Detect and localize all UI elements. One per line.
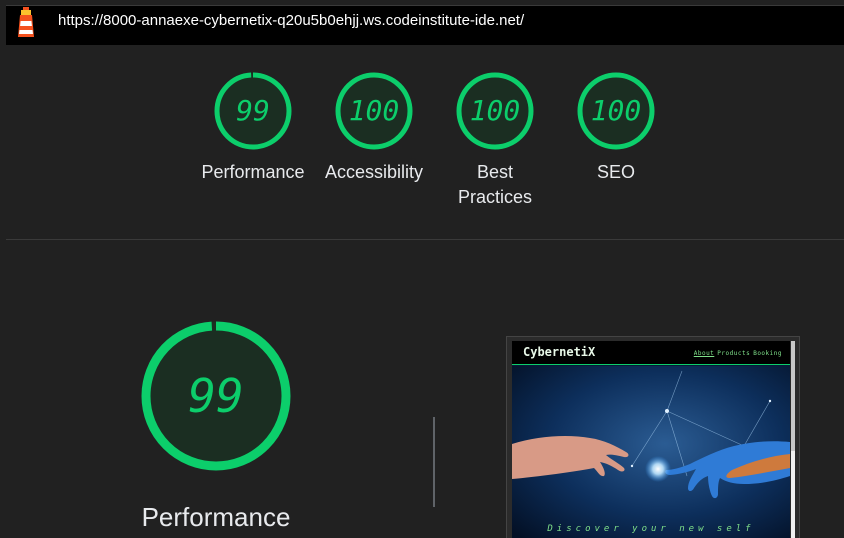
screenshot-nav-link: Products — [717, 350, 751, 357]
screenshot-scrollbar — [791, 341, 795, 538]
gauge-score: 99 — [236, 94, 270, 127]
summary-gauges: 99 Performance 100 Accessibility 100 Bes… — [0, 46, 844, 239]
screenshot-navbar: CybernetiX About Products Booking — [512, 341, 790, 365]
screenshot-brand: CybernetiX — [523, 345, 596, 359]
gauge-label: Best Practices — [457, 162, 533, 207]
gauge-dial: 100 — [577, 72, 655, 150]
final-screenshot[interactable]: CybernetiX About Products Booking Discover… — [506, 336, 800, 538]
gauge-best-practices[interactable]: 100 Best Practices — [435, 70, 555, 210]
vertical-divider — [433, 417, 435, 507]
hero-image — [512, 366, 790, 538]
gauge-seo[interactable]: 100 SEO — [556, 70, 676, 185]
category-gauge: 99 — [141, 321, 291, 471]
gauge-dial: 100 — [456, 72, 534, 150]
gauge-dial: 99 — [214, 72, 292, 150]
screenshot-nav-link: About — [693, 350, 715, 357]
lighthouse-icon — [18, 7, 34, 37]
gauge-accessibility[interactable]: 100 Accessibility — [314, 70, 434, 185]
gauge-score: 100 — [591, 94, 642, 127]
screenshot-tagline: Discover your new self — [547, 524, 755, 534]
report-url[interactable]: https://8000-annaexe-cybernetix-q20u5b0e… — [58, 12, 524, 29]
category-title: Performance — [141, 502, 291, 532]
screenshot-page: CybernetiX About Products Booking Discover… — [512, 341, 790, 538]
gauge-label: Accessibility — [324, 162, 424, 182]
gauge-label: SEO — [596, 162, 635, 182]
section-divider — [6, 239, 844, 240]
gauge-performance[interactable]: 99 Performance — [193, 70, 313, 185]
gauge-score: 100 — [470, 94, 521, 127]
scrollbar-thumb — [791, 341, 795, 451]
screenshot-nav-links: About Products Booking — [691, 350, 782, 357]
report-header: https://8000-annaexe-cybernetix-q20u5b0e… — [0, 0, 844, 46]
category-score: 99 — [188, 369, 243, 423]
gauge-score: 100 — [349, 94, 400, 127]
screenshot-nav-link: Booking — [753, 350, 782, 357]
gauge-dial: 100 — [335, 72, 413, 150]
gauge-label: Performance — [201, 162, 305, 182]
